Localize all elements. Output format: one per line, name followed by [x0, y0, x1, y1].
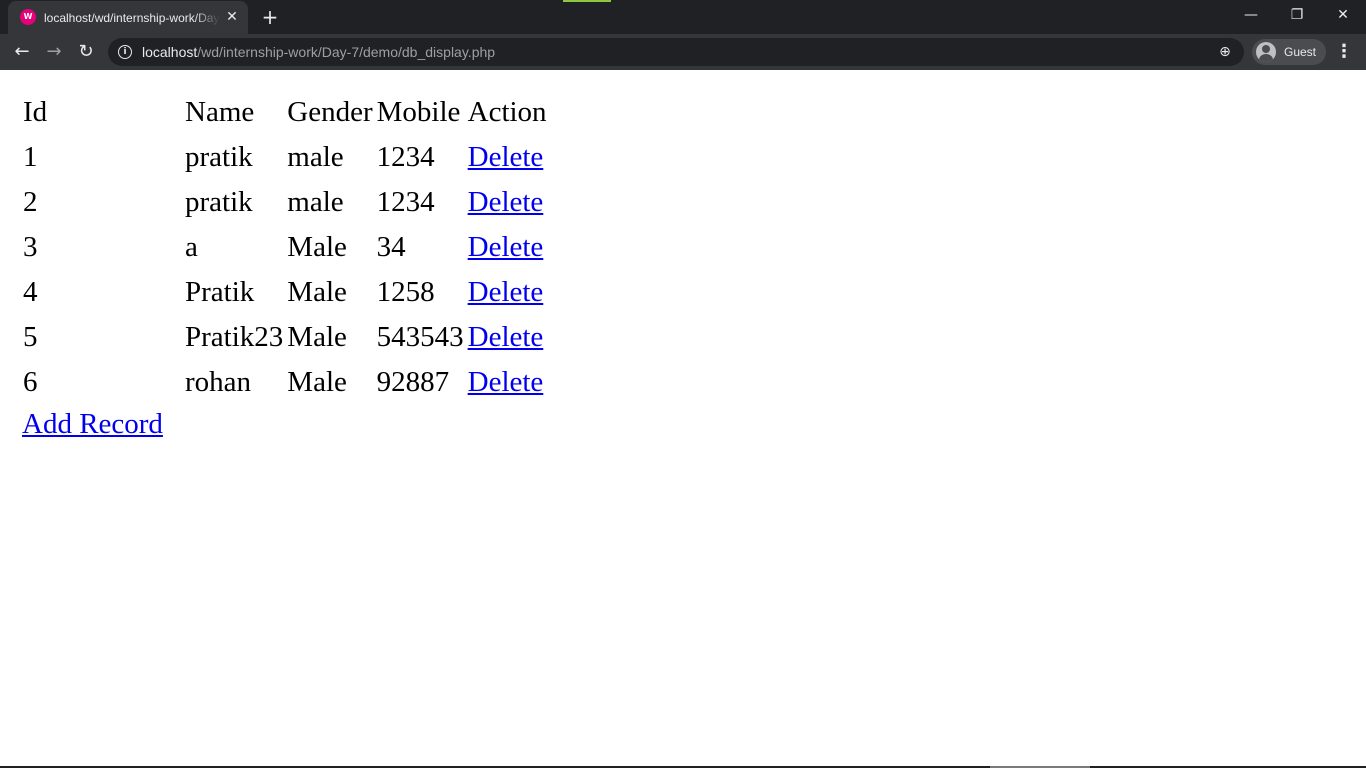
cell-id: 3	[23, 231, 38, 263]
cell-name: pratik	[185, 186, 253, 218]
cell-gender: Male	[287, 276, 347, 308]
table-row: 3 a Male 34 Delete	[22, 226, 548, 269]
favicon-icon: W	[20, 9, 36, 25]
cell-action: Delete	[467, 181, 548, 224]
header-gender: Gender	[287, 96, 373, 128]
cell-action: Delete	[467, 316, 548, 359]
forward-icon[interactable]: →	[40, 38, 68, 66]
table-header-row: Id Name Gender Mobile Action	[22, 91, 548, 134]
cell-gender: Male	[287, 321, 347, 353]
delete-link[interactable]: Delete	[468, 366, 544, 398]
cell-id: 1	[23, 141, 38, 173]
cell-action: Delete	[467, 226, 548, 269]
reload-icon[interactable]: ↻	[72, 38, 100, 66]
window-accent-strip	[563, 0, 611, 2]
address-bar[interactable]: i localhost/wd/internship-work/Day-7/dem…	[108, 38, 1244, 66]
close-window-icon[interactable]: ✕	[1320, 0, 1366, 30]
browser-titlebar: W localhost/wd/internship-work/Day-7/dem…	[0, 0, 1366, 34]
cell-action: Delete	[467, 361, 548, 404]
table-row: 4 Pratik Male 1258 Delete	[22, 271, 548, 314]
cell-gender: Male	[287, 231, 347, 263]
table-row: 5 Pratik23 Male 543543 Delete	[22, 316, 548, 359]
cell-mobile: 543543	[376, 321, 464, 353]
profile-label: Guest	[1284, 45, 1317, 59]
cell-id: 4	[23, 276, 38, 308]
delete-link[interactable]: Delete	[468, 141, 544, 173]
close-tab-icon[interactable]: ✕	[224, 9, 240, 25]
zoom-icon[interactable]: ⊕	[1216, 43, 1234, 61]
header-name: Name	[185, 96, 255, 128]
url-text: localhost/wd/internship-work/Day-7/demo/…	[142, 44, 495, 60]
cell-gender: Male	[287, 366, 347, 398]
cell-gender: male	[287, 186, 344, 218]
profile-button[interactable]: Guest	[1252, 39, 1326, 65]
cell-id: 6	[23, 366, 38, 398]
cell-mobile: 92887	[376, 366, 450, 398]
url-host: localhost	[142, 44, 198, 60]
records-table: Id Name Gender Mobile Action 1 pratik ma…	[20, 89, 550, 406]
browser-toolbar: ← → ↻ i localhost/wd/internship-work/Day…	[0, 34, 1366, 70]
cell-action: Delete	[467, 136, 548, 179]
header-id: Id	[23, 96, 48, 128]
cell-name: pratik	[185, 141, 253, 173]
more-menu-icon[interactable]: ⋮	[1332, 38, 1356, 66]
cell-name: Pratik23	[185, 321, 284, 353]
cell-mobile: 1258	[376, 276, 435, 308]
page-content: Id Name Gender Mobile Action 1 pratik ma…	[0, 71, 1366, 766]
cell-name: rohan	[185, 366, 252, 398]
cell-gender: male	[287, 141, 344, 173]
header-mobile: Mobile	[376, 96, 461, 128]
table-row: 1 pratik male 1234 Delete	[22, 136, 548, 179]
delete-link[interactable]: Delete	[468, 321, 544, 353]
avatar-icon	[1256, 42, 1276, 62]
cell-id: 5	[23, 321, 38, 353]
url-path: /wd/internship-work/Day-7/demo/db_displa…	[197, 44, 496, 60]
cell-name: Pratik	[185, 276, 255, 308]
cell-mobile: 1234	[376, 186, 435, 218]
new-tab-icon[interactable]: +	[258, 6, 282, 28]
cell-id: 2	[23, 186, 38, 218]
info-icon[interactable]: i	[118, 45, 132, 59]
delete-link[interactable]: Delete	[468, 231, 544, 263]
cell-mobile: 34	[376, 231, 406, 263]
table-row: 2 pratik male 1234 Delete	[22, 181, 548, 224]
cell-mobile: 1234	[376, 141, 435, 173]
back-icon[interactable]: ←	[8, 38, 36, 66]
delete-link[interactable]: Delete	[468, 276, 544, 308]
cell-action: Delete	[467, 271, 548, 314]
delete-link[interactable]: Delete	[468, 186, 544, 218]
browser-tab[interactable]: W localhost/wd/internship-work/Day-7/dem…	[8, 1, 248, 34]
header-action: Action	[467, 96, 547, 128]
cell-name: a	[185, 231, 198, 263]
tab-title: localhost/wd/internship-work/Day-7/demo/…	[44, 11, 220, 25]
minimize-icon[interactable]: —	[1228, 0, 1274, 30]
restore-icon[interactable]: ❐	[1274, 0, 1320, 30]
table-row: 6 rohan Male 92887 Delete	[22, 361, 548, 404]
add-record-link[interactable]: Add Record	[22, 408, 163, 441]
